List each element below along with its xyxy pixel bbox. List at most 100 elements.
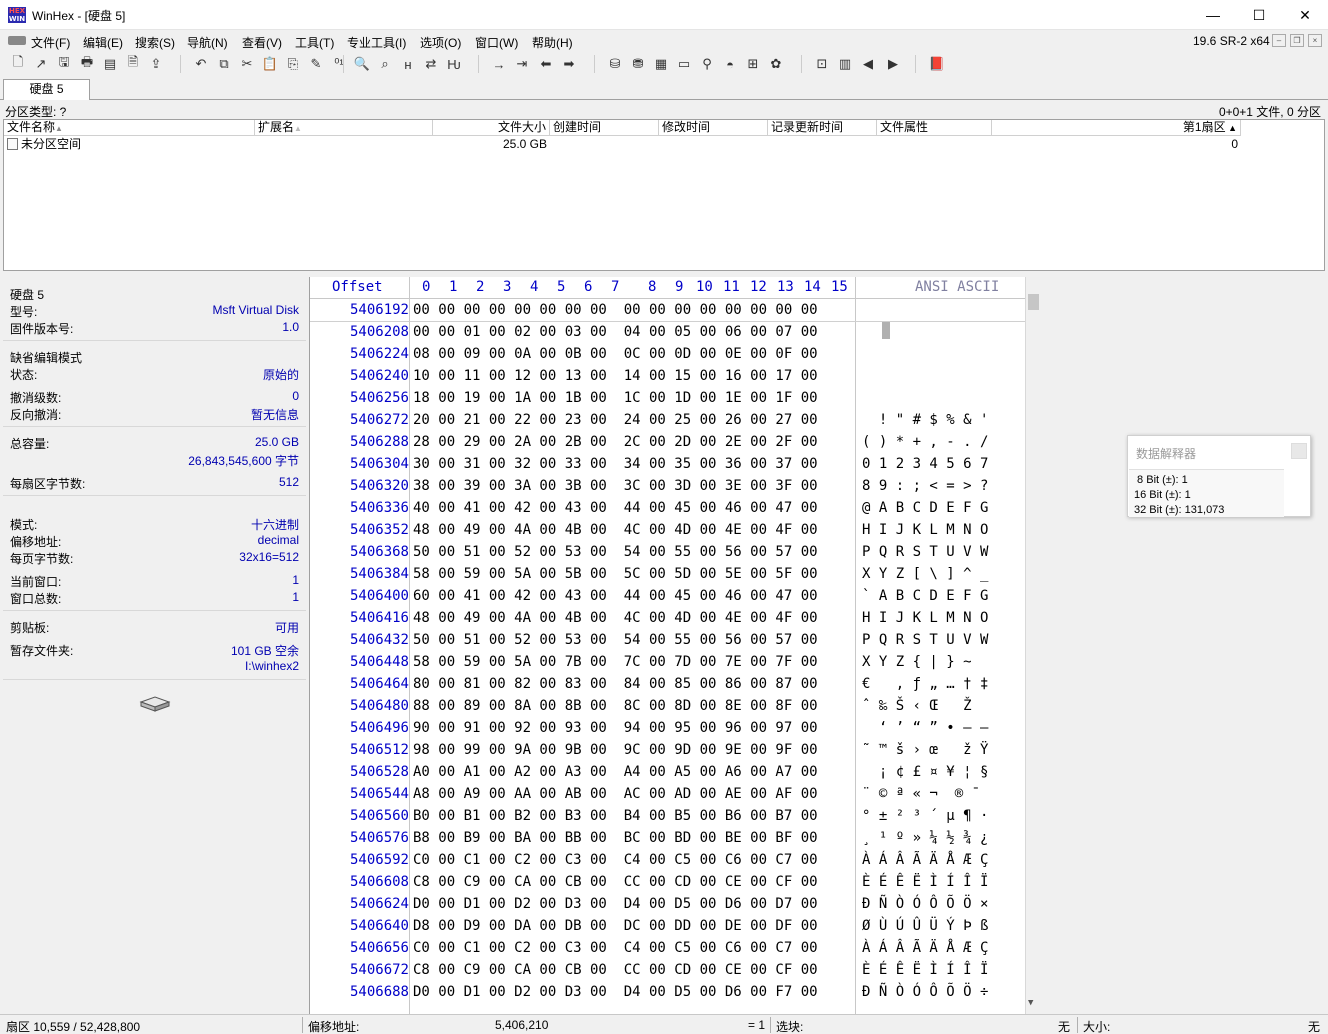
hex-row-bytes[interactable]: 10 00 11 00 12 00 13 00 14 00 15 00 16 0… (413, 365, 818, 387)
print-icon[interactable]: 🖶 (78, 54, 96, 73)
image-icon[interactable]: ◓ (721, 55, 739, 73)
hex-row-ansi[interactable]: @ A B C D E F G (862, 497, 988, 519)
hex-row-ansi[interactable]: Ð Ñ Ò Ó Ô Õ Ö × (862, 893, 988, 915)
hex-row[interactable]: 5406224 08 00 09 00 0A 00 0B 00 0C 00 0D … (310, 343, 1025, 365)
hex-row-ansi[interactable]: ` A B C D E F G (862, 585, 988, 607)
hex-row[interactable]: 5406528 A0 00 A1 00 A2 00 A3 00 A4 00 A5 … (310, 761, 1025, 783)
hex-row-ansi[interactable]: 0 1 2 3 4 5 6 7 (862, 453, 988, 475)
menu-file[interactable]: 文件(F) (31, 34, 70, 51)
open-icon[interactable]: ↗ (32, 55, 50, 73)
hex-row-bytes[interactable]: 98 00 99 00 9A 00 9B 00 9C 00 9D 00 9E 0… (413, 739, 818, 761)
hex-row-ansi[interactable]: X Y Z [ \ ] ^ _ (862, 563, 988, 585)
hex-row-ansi[interactable]: ¡ ¢ £ ¤ ¥ ¦ § (862, 761, 989, 783)
hex-row[interactable]: 5406576 B8 00 B9 00 BA 00 BB 00 BC 00 BD … (310, 827, 1025, 849)
hex-row-bytes[interactable]: 28 00 29 00 2A 00 2B 00 2C 00 2D 00 2E 0… (413, 431, 818, 453)
hex-row[interactable]: 5406432 50 00 51 00 52 00 53 00 54 00 55 … (310, 629, 1025, 651)
hex-row-bytes[interactable]: D0 00 D1 00 D2 00 D3 00 D4 00 D5 00 D6 0… (413, 893, 818, 915)
hex-row[interactable]: 5406272 20 00 21 00 22 00 23 00 24 00 25 … (310, 409, 1025, 431)
save-icon[interactable]: 🖫 (55, 54, 73, 73)
hex-row-ansi[interactable]: ¸ ¹ º » ¼ ½ ¾ ¿ (862, 827, 988, 849)
settings-icon[interactable]: ✿ (767, 55, 785, 73)
column-header-record-changed[interactable]: 记录更新时间 (768, 120, 877, 136)
pane-splitter[interactable] (0, 272, 1328, 276)
vertical-scrollbar[interactable]: ▼ (1025, 277, 1040, 1014)
hex-row-bytes[interactable]: 48 00 49 00 4A 00 4B 00 4C 00 4D 00 4E 0… (413, 519, 818, 541)
hex-row-bytes[interactable]: 50 00 51 00 52 00 53 00 54 00 55 00 56 0… (413, 541, 818, 563)
mode-value[interactable]: 十六进制 (251, 516, 299, 533)
menu-specialist-tools[interactable]: 专业工具(I) (347, 34, 406, 51)
minimize-button[interactable]: — (1190, 0, 1236, 30)
menu-view[interactable]: 查看(V) (242, 34, 282, 51)
hex-row[interactable]: 5406400 60 00 41 00 42 00 43 00 44 00 45 … (310, 585, 1025, 607)
column-header-size[interactable]: 文件大小 (433, 120, 550, 136)
hex-row-ansi[interactable]: È É Ê Ë Ì Í Î Ï (862, 871, 988, 893)
hex-row-bytes[interactable]: B8 00 B9 00 BA 00 BB 00 BC 00 BD 00 BE 0… (413, 827, 818, 849)
forward-icon[interactable]: ➡ (560, 55, 578, 73)
cut-icon[interactable]: ✂ (238, 55, 256, 73)
replace-hex-icon[interactable]: Ƕ (445, 55, 463, 73)
hex-row[interactable]: 5406416 48 00 49 00 4A 00 4B 00 4C 00 4D … (310, 607, 1025, 629)
hex-row-ansi[interactable]: È É Ê Ë Ì Í Î Ï (862, 959, 988, 981)
hex-row[interactable]: 5406512 98 00 99 00 9A 00 9B 00 9C 00 9D … (310, 739, 1025, 761)
hex-row-ansi[interactable]: À Á Â Ã Ä Å Æ Ç (862, 849, 988, 871)
grid-icon[interactable]: ⊡ (813, 55, 831, 73)
menu-options[interactable]: 选项(O) (420, 34, 461, 51)
replace-icon[interactable]: ⇄ (422, 55, 440, 73)
offset-mode-value[interactable]: decimal (258, 533, 299, 547)
hex-row-bytes[interactable]: 00 00 01 00 02 00 03 00 04 00 05 00 06 0… (413, 321, 818, 343)
hex-row-bytes[interactable]: 58 00 59 00 5A 00 5B 00 5C 00 5D 00 5E 0… (413, 563, 818, 585)
goto-sector-icon[interactable]: ⇥ (513, 55, 531, 73)
hex-row-bytes[interactable]: C0 00 C1 00 C2 00 C3 00 C4 00 C5 00 C6 0… (413, 937, 818, 959)
hex-row-ansi[interactable]: H I J K L M N O (862, 607, 988, 629)
find-icon[interactable]: 🔍 (353, 55, 371, 73)
mdi-restore-button[interactable]: ❐ (1290, 34, 1304, 47)
properties-icon[interactable]: ▤ (101, 55, 119, 73)
hex-row[interactable]: 5406544 A8 00 A9 00 AA 00 AB 00 AC 00 AD … (310, 783, 1025, 805)
hex-row-ansi[interactable]: H I J K L M N O (862, 519, 988, 541)
hex-row-ansi[interactable]: 8 9 : ; < = > ? (862, 475, 988, 497)
hex-row[interactable]: 5406448 58 00 59 00 5A 00 7B 00 7C 00 7D … (310, 651, 1025, 673)
hex-row-bytes[interactable]: D8 00 D9 00 DA 00 DB 00 DC 00 DD 00 DE 0… (413, 915, 818, 937)
hex-row[interactable]: 5406480 88 00 89 00 8A 00 8B 00 8C 00 8D … (310, 695, 1025, 717)
mdi-minimize-button[interactable]: – (1272, 34, 1286, 47)
hex-editor[interactable]: Offset 0 1 2 3 4 5 6 7 8 9 10 11 12 13 1… (309, 277, 1040, 1014)
hex-row-ansi[interactable]: ˜ ™ š › œ ž Ÿ (862, 739, 988, 761)
menu-navigation[interactable]: 导航(N) (187, 34, 228, 51)
hex-row-bytes[interactable]: D0 00 D1 00 D2 00 D3 00 D4 00 D5 00 D6 0… (413, 981, 818, 1003)
hex-row-bytes[interactable]: 50 00 51 00 52 00 53 00 54 00 55 00 56 0… (413, 629, 818, 651)
hex-row-bytes[interactable]: 38 00 39 00 3A 00 3B 00 3C 00 3D 00 3E 0… (413, 475, 818, 497)
hex-row[interactable]: 5406640 D8 00 D9 00 DA 00 DB 00 DC 00 DD … (310, 915, 1025, 937)
hex-row-bytes[interactable]: A8 00 A9 00 AA 00 AB 00 AC 00 AD 00 AE 0… (413, 783, 818, 805)
hex-row-ansi[interactable]: ! " # $ % & ' (862, 409, 989, 431)
hex-row-bytes[interactable]: 80 00 81 00 82 00 83 00 84 00 85 00 86 0… (413, 673, 818, 695)
hex-row-bytes[interactable]: 58 00 59 00 5A 00 7B 00 7C 00 7D 00 7E 0… (413, 651, 818, 673)
column-header-name[interactable]: 文件名称▲ (4, 120, 255, 136)
hex-row-bytes[interactable]: B0 00 B1 00 B2 00 B3 00 B4 00 B5 00 B6 0… (413, 805, 818, 827)
mdi-close-button[interactable]: × (1308, 34, 1322, 47)
column-header-attributes[interactable]: 文件属性 (877, 120, 992, 136)
disk-open-icon[interactable]: ⛁ (606, 55, 624, 73)
hex-row-ansi[interactable]: € ‚ ƒ „ … † ‡ (862, 673, 988, 695)
hex-row-ansi[interactable]: P Q R S T U V W (862, 541, 988, 563)
hex-row[interactable]: 5406208 00 00 01 00 02 00 03 00 04 00 05 … (310, 321, 1025, 343)
hex-row-ansi[interactable]: ˆ ‰ Š ‹ Œ Ž (862, 695, 972, 717)
column-header-created[interactable]: 创建时间 (550, 120, 659, 136)
hex-row-ansi[interactable]: ( ) * + , - . / (862, 431, 988, 453)
hex-row[interactable]: 5406656 C0 00 C1 00 C2 00 C3 00 C4 00 C5 … (310, 937, 1025, 959)
hex-row-bytes[interactable]: C8 00 C9 00 CA 00 CB 00 CC 00 CD 00 CE 0… (413, 959, 818, 981)
hash-icon[interactable]: ⊞ (744, 55, 762, 73)
goto-offset-icon[interactable]: → (490, 55, 508, 73)
scrollbar-thumb[interactable] (1028, 294, 1039, 310)
hex-row[interactable]: 5406464 80 00 81 00 82 00 83 00 84 00 85 … (310, 673, 1025, 695)
column-header-first-sector[interactable]: 第1扇区 ▲ (992, 120, 1241, 136)
hex-row[interactable]: 5406304 30 00 31 00 32 00 33 00 34 00 35 … (310, 453, 1025, 475)
column-header-extension[interactable]: 扩展名▲ (255, 120, 433, 136)
hex-row-bytes[interactable]: 90 00 91 00 92 00 93 00 94 00 95 00 96 0… (413, 717, 818, 739)
calculator-icon[interactable]: ▭ (675, 55, 693, 73)
column-header-modified[interactable]: 修改时间 (659, 120, 768, 136)
undo-icon[interactable]: ↶ (192, 55, 210, 73)
hex-row-bytes[interactable]: 08 00 09 00 0A 00 0B 00 0C 00 0D 00 0E 0… (413, 343, 818, 365)
hex-row-bytes[interactable]: 18 00 19 00 1A 00 1B 00 1C 00 1D 00 1E 0… (413, 387, 818, 409)
hex-row[interactable]: 5406496 90 00 91 00 92 00 93 00 94 00 95 … (310, 717, 1025, 739)
prev-icon[interactable]: ◀ (859, 55, 877, 73)
